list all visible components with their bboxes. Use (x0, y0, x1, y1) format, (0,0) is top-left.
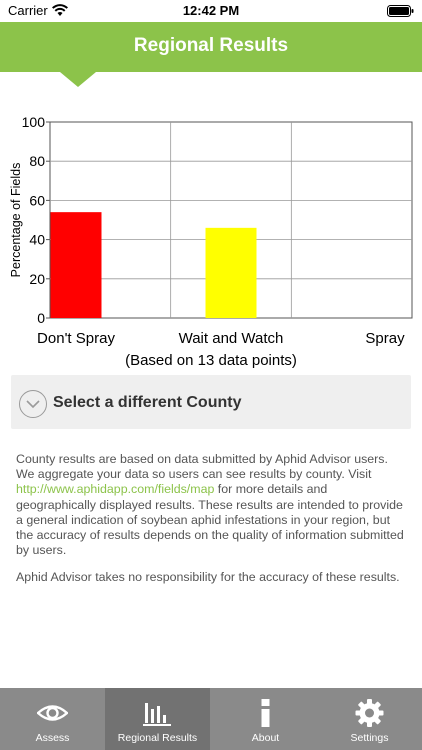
tab-settings-label: Settings (350, 732, 389, 744)
page-title: Regional Results (133, 35, 289, 56)
chart-caption: (Based on 13 data points) (125, 352, 297, 369)
select-county-label: Select a different County (53, 394, 242, 411)
status-time: 12:42 PM (182, 3, 240, 18)
bar-0 (50, 212, 102, 318)
tab-assess-label: Assess (35, 732, 70, 744)
y-axis-label: Percentage of Fields (9, 163, 23, 278)
tab-settings[interactable]: Settings (317, 688, 422, 750)
tab-regional-results[interactable]: Regional Results (105, 688, 210, 750)
select-county-button[interactable]: Select a different County (11, 375, 411, 429)
y-tick-label: 40 (29, 232, 45, 248)
tab-about-label: About (251, 732, 280, 744)
fields-map-link[interactable]: http://www.aphidapp.com/fields/map (16, 482, 214, 496)
y-tick-label: 20 (29, 271, 45, 287)
bar-1 (205, 227, 257, 318)
nav-bar: Regional Results (0, 22, 422, 72)
x-tick-label: Don't Spray (37, 330, 115, 347)
disclaimer-text: Aphid Advisor takes no responsibility fo… (16, 570, 400, 584)
y-tick-label: 0 (37, 310, 45, 326)
y-tick-label: 100 (22, 114, 46, 130)
gear-icon (355, 699, 384, 727)
y-tick-label: 80 (29, 153, 45, 169)
chevron-down-circle-icon (19, 390, 47, 418)
battery-icon (387, 5, 414, 17)
tab-regional-results-label: Regional Results (117, 732, 198, 744)
info-text-before: County results are based on data submitt… (16, 452, 388, 482)
info-icon (261, 699, 270, 727)
x-tick-label: Spray (365, 330, 405, 347)
x-tick-label: Wait and Watch (179, 330, 284, 347)
tab-about[interactable]: About (213, 688, 318, 750)
status-bar: Carrier 12:42 PM (0, 0, 422, 22)
tab-bar: Assess Regional Results About Settings (0, 688, 422, 750)
info-paragraph: County results are based on data submitt… (16, 452, 408, 558)
bar-chart-icon (143, 703, 171, 726)
nav-pointer (60, 72, 96, 87)
eye-icon (37, 705, 68, 721)
y-tick-label: 60 (29, 192, 45, 208)
tab-assess[interactable]: Assess (0, 688, 105, 750)
results-chart: 0 20 40 60 80 100 Don't Spray Wait and Watch Spr… (9, 114, 413, 347)
